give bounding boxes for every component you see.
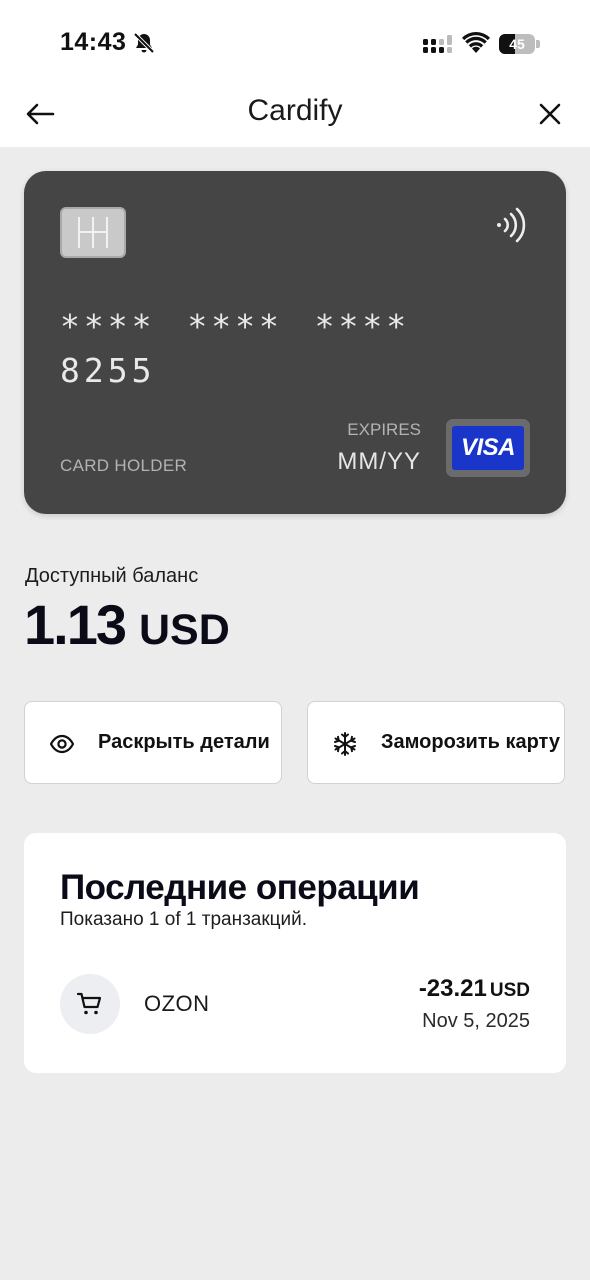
wifi-icon	[462, 32, 490, 53]
snowflake-icon	[334, 732, 356, 756]
cart-icon	[76, 992, 102, 1015]
transaction-icon	[60, 974, 120, 1034]
balance-amount: 1.13	[24, 593, 127, 656]
bell-slash-icon	[133, 32, 155, 54]
bank-card: **** **** **** 8255 CARD HOLDER EXPIRES …	[24, 171, 566, 514]
reveal-details-label: Раскрыть детали	[98, 731, 270, 753]
freeze-card-button[interactable]: Заморозить карту	[307, 701, 565, 784]
battery-level: 45	[509, 36, 525, 52]
recent-transactions-card: Последние операции Показано 1 of 1 транз…	[24, 833, 566, 1073]
expires-value: MM/YY	[337, 448, 421, 475]
visa-logo: VISA	[446, 419, 530, 477]
balance-value: 1.13 USD	[24, 592, 230, 656]
page-title: Cardify	[247, 94, 343, 127]
transaction-date: Nov 5, 2025	[422, 1010, 530, 1032]
expires-label: EXPIRES	[347, 420, 421, 439]
transactions-subtitle: Показано 1 of 1 транзакций.	[60, 909, 308, 930]
balance-currency: USD	[139, 606, 230, 654]
status-time: 14:43	[60, 28, 127, 56]
transactions-title: Последние операции	[60, 868, 420, 907]
reveal-details-button[interactable]: Раскрыть детали	[24, 701, 282, 784]
transaction-row[interactable]: OZON -23.21 USD Nov 5, 2025	[60, 974, 530, 1034]
battery-body: 45	[499, 34, 535, 54]
battery-tip	[536, 40, 540, 48]
transaction-currency: USD	[489, 980, 530, 1001]
transaction-amount-line: -23.21 USD	[419, 975, 530, 1003]
balance-label: Доступный баланс	[25, 565, 199, 587]
close-icon	[539, 103, 561, 125]
transaction-amount: -23.21	[418, 975, 487, 1002]
chip-icon	[60, 207, 126, 258]
card-number: **** **** **** 8255	[60, 307, 411, 390]
transaction-merchant: OZON	[144, 991, 210, 1016]
signal-icon	[423, 35, 452, 53]
visa-text: VISA	[452, 426, 524, 470]
card-holder-label: CARD HOLDER	[60, 456, 188, 475]
freeze-card-label: Заморозить карту	[381, 731, 560, 753]
eye-icon	[49, 734, 75, 754]
contactless-icon	[497, 207, 526, 243]
battery-icon: 45	[499, 34, 540, 54]
close-button[interactable]	[532, 96, 568, 132]
